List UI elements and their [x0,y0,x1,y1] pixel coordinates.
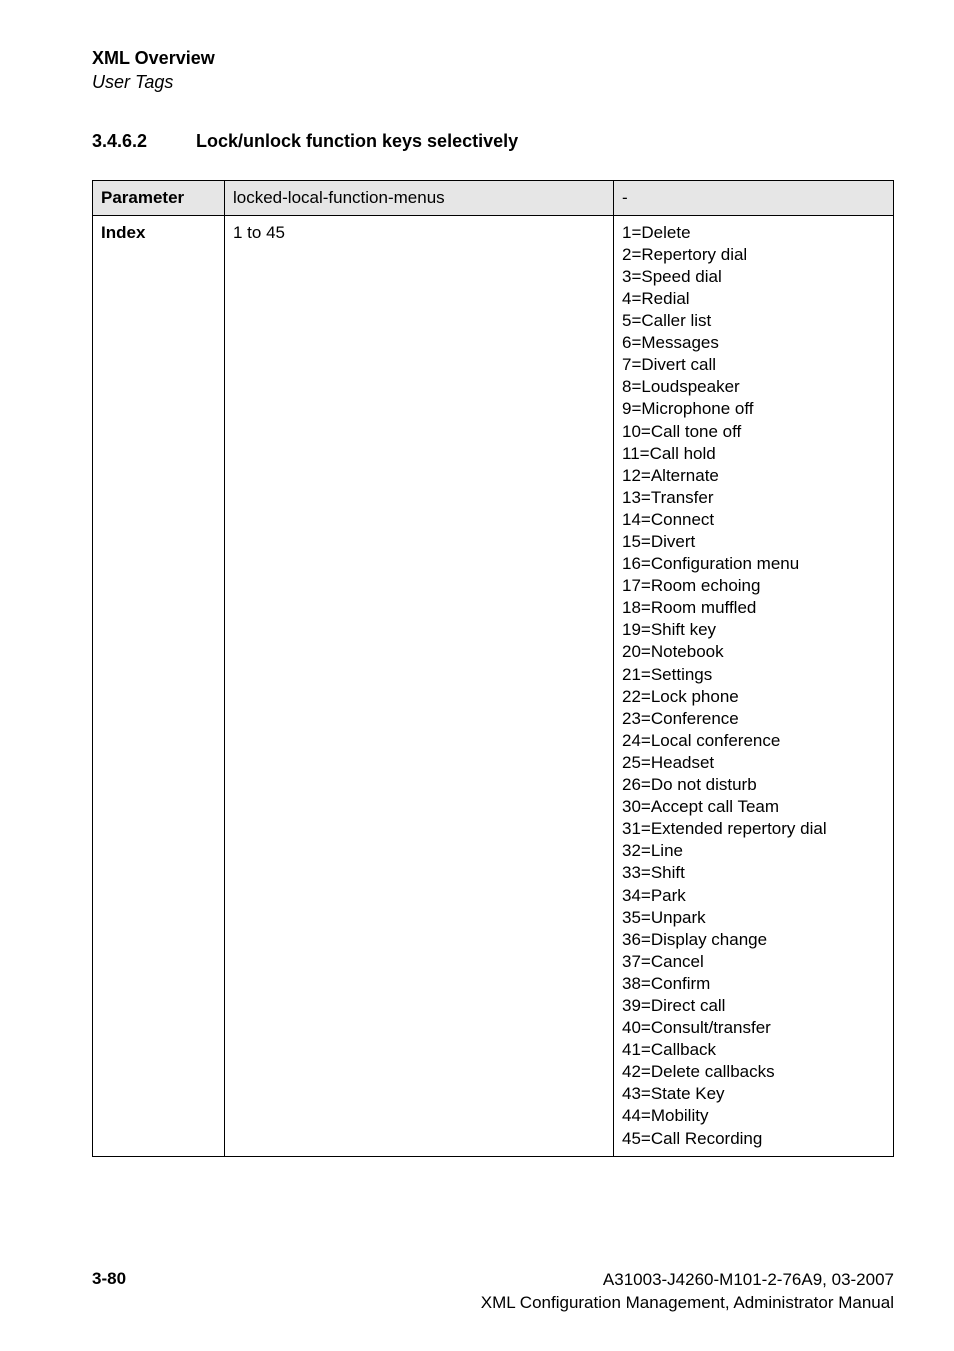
cell-index-label: Index [93,215,225,1156]
option-item: 24=Local conference [622,730,885,752]
table-row: Parameter locked-local-function-menus - [93,180,894,215]
option-item: 17=Room echoing [622,575,885,597]
option-item: 26=Do not disturb [622,774,885,796]
option-item: 12=Alternate [622,465,885,487]
option-item: 40=Consult/transfer [622,1017,885,1039]
option-item: 7=Divert call [622,354,885,376]
option-item: 1=Delete [622,222,885,244]
option-item: 25=Headset [622,752,885,774]
option-item: 13=Transfer [622,487,885,509]
cell-parameter-extra: - [614,180,894,215]
option-item: 45=Call Recording [622,1128,885,1150]
option-item: 39=Direct call [622,995,885,1017]
header-subtitle: User Tags [92,72,894,93]
cell-parameter-value: locked-local-function-menus [225,180,614,215]
option-item: 31=Extended repertory dial [622,818,885,840]
option-item: 9=Microphone off [622,398,885,420]
option-item: 6=Messages [622,332,885,354]
option-item: 16=Configuration menu [622,553,885,575]
option-item: 5=Caller list [622,310,885,332]
doc-title: XML Configuration Management, Administra… [481,1292,894,1315]
header-title: XML Overview [92,48,894,70]
option-item: 35=Unpark [622,907,885,929]
cell-index-options: 1=Delete2=Repertory dial3=Speed dial4=Re… [614,215,894,1156]
section-number: 3.4.6.2 [92,131,196,152]
option-item: 11=Call hold [622,443,885,465]
option-item: 34=Park [622,885,885,907]
option-item: 22=Lock phone [622,686,885,708]
option-item: 15=Divert [622,531,885,553]
options-list: 1=Delete2=Repertory dial3=Speed dial4=Re… [622,222,885,1150]
option-item: 44=Mobility [622,1105,885,1127]
section-heading: 3.4.6.2Lock/unlock function keys selecti… [92,131,894,152]
option-item: 8=Loudspeaker [622,376,885,398]
footer-right: A31003-J4260-M101-2-76A9, 03-2007 XML Co… [481,1269,894,1315]
option-item: 3=Speed dial [622,266,885,288]
option-item: 19=Shift key [622,619,885,641]
option-item: 37=Cancel [622,951,885,973]
doc-number: A31003-J4260-M101-2-76A9, 03-2007 [481,1269,894,1292]
option-item: 21=Settings [622,664,885,686]
parameter-table: Parameter locked-local-function-menus - … [92,180,894,1157]
option-item: 20=Notebook [622,641,885,663]
option-item: 38=Confirm [622,973,885,995]
option-item: 4=Redial [622,288,885,310]
option-item: 42=Delete callbacks [622,1061,885,1083]
option-item: 18=Room muffled [622,597,885,619]
option-item: 43=State Key [622,1083,885,1105]
cell-parameter-label: Parameter [93,180,225,215]
page: XML Overview User Tags 3.4.6.2Lock/unloc… [0,0,954,1351]
page-number: 3-80 [92,1269,126,1289]
footer: 3-80 A31003-J4260-M101-2-76A9, 03-2007 X… [92,1269,894,1315]
option-item: 30=Accept call Team [622,796,885,818]
option-item: 23=Conference [622,708,885,730]
option-item: 36=Display change [622,929,885,951]
cell-index-value: 1 to 45 [225,215,614,1156]
option-item: 2=Repertory dial [622,244,885,266]
section-title: Lock/unlock function keys selectively [196,131,518,151]
table-row: Index 1 to 45 1=Delete2=Repertory dial3=… [93,215,894,1156]
option-item: 41=Callback [622,1039,885,1061]
option-item: 10=Call tone off [622,421,885,443]
option-item: 32=Line [622,840,885,862]
option-item: 14=Connect [622,509,885,531]
option-item: 33=Shift [622,862,885,884]
